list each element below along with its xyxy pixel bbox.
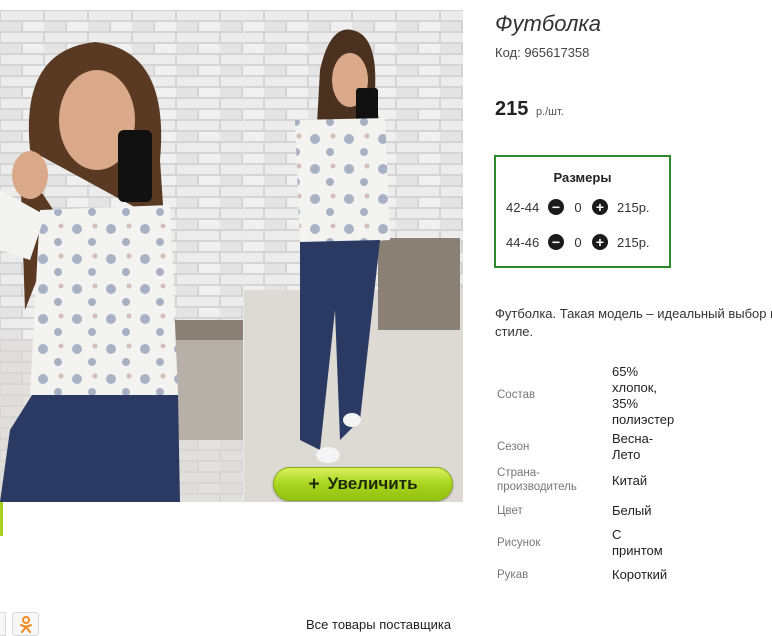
property-value: Китай [612, 473, 648, 488]
product-price: 215 р./шт. [495, 98, 564, 121]
share-button-partial[interactable] [0, 612, 6, 636]
size-row: 44-46 − 0 + 215р. [506, 232, 650, 252]
size-label: 44-46 [506, 234, 540, 250]
product-code: Код: 965617358 [495, 45, 590, 60]
price-unit: р./шт. [535, 106, 564, 118]
property-name: Страна-производитель [497, 467, 577, 493]
sizes-panel: Размеры 42-44 − 0 + 215р. 44-46 − 0 + 21… [494, 155, 671, 268]
size-row: 42-44 − 0 + 215р. [506, 197, 650, 217]
all-supplier-products-link[interactable]: Все товары поставщика [306, 617, 451, 632]
zoom-button[interactable]: + Увеличить [273, 467, 453, 501]
property-name: Рукав [497, 569, 529, 581]
sizes-title: Размеры [553, 170, 612, 185]
left-accent-bar [0, 502, 3, 536]
product-photo[interactable]: + Увеличить [0, 10, 463, 502]
minus-icon[interactable]: − [548, 234, 564, 250]
property-value: 65% хлопок, 35% полиэстер [612, 364, 675, 427]
size-quantity: 0 [574, 199, 582, 215]
plus-icon: + [308, 473, 320, 495]
price-value: 215 [495, 98, 529, 120]
property-name: Состав [497, 389, 536, 401]
property-value: Весна-Лето [612, 431, 654, 462]
property-value: С принтом [612, 527, 663, 558]
property-value: Белый [612, 503, 652, 518]
plus-icon[interactable]: + [592, 199, 608, 215]
plus-icon[interactable]: + [592, 234, 608, 250]
size-price: 215р. [617, 234, 650, 250]
size-quantity: 0 [574, 234, 582, 250]
property-value: Короткий [612, 567, 668, 582]
product-title: Футболка [495, 11, 601, 36]
property-name: Рисунок [497, 537, 541, 549]
zoom-button-label: Увеличить [327, 474, 418, 493]
property-name: Цвет [497, 505, 523, 517]
minus-icon[interactable]: − [548, 199, 564, 215]
property-name: Сезон [497, 441, 530, 453]
size-label: 42-44 [506, 199, 540, 215]
odnoklassniki-share-button[interactable] [12, 612, 39, 636]
odnoklassniki-icon [19, 615, 32, 633]
product-photo-image [0, 10, 463, 502]
size-price: 215р. [617, 199, 650, 215]
description-line-2: стиле. [495, 324, 534, 339]
description-line-1: Футболка. Такая модель – идеальный выбор… [495, 306, 772, 321]
product-description: Футболка. Такая модель – идеальный выбор… [495, 305, 772, 341]
